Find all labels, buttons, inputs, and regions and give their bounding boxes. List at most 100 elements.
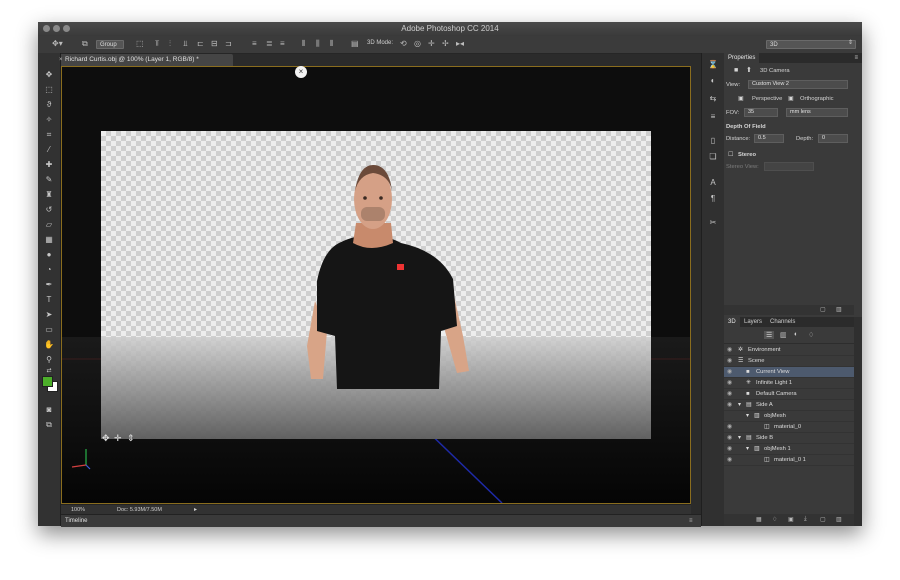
blur-tool-icon[interactable]: ● — [43, 249, 55, 261]
healing-brush-tool-icon[interactable]: ✚ — [43, 159, 55, 171]
expand-chevron-icon[interactable]: ▾ — [738, 433, 741, 444]
3d-widget-close-icon[interactable]: × — [295, 66, 307, 78]
visibility-eye-icon[interactable]: ◉ — [727, 378, 735, 389]
rectangle-tool-icon[interactable]: ▭ — [43, 324, 55, 336]
close-tab-icon[interactable]: × — [59, 54, 63, 66]
history-brush-tool-icon[interactable]: ↺ — [43, 204, 55, 216]
properties-panel-icon[interactable]: ≡ — [707, 111, 719, 123]
align-left-icon[interactable]: ⊏ — [197, 39, 204, 49]
transform-controls-icon[interactable]: ⬚ — [136, 39, 144, 49]
move-tool-icon[interactable]: ✥▾ — [52, 39, 63, 49]
fov-field[interactable]: 35 — [744, 108, 778, 117]
perspective-label[interactable]: Perspective — [752, 95, 782, 103]
visibility-eye-icon[interactable]: ◉ — [727, 356, 735, 367]
distribute-bottom-icon[interactable]: ≡ — [280, 39, 285, 49]
coordinates-icon[interactable]: ⬆ — [746, 67, 752, 75]
expand-chevron-icon[interactable]: ▾ — [746, 444, 749, 455]
rotate-3d-icon[interactable]: ⟲ — [400, 39, 407, 49]
3d-model-person[interactable] — [101, 131, 651, 439]
pan-camera-icon[interactable]: ✛ — [114, 433, 122, 443]
workspace-dropdown[interactable]: 3D — [766, 40, 856, 49]
visibility-eye-icon[interactable]: ◉ — [727, 400, 735, 411]
drop-to-ground-icon[interactable]: ⤓ — [804, 516, 807, 523]
list-item[interactable]: ◉ ◫ material_0 1 — [724, 455, 854, 466]
list-item[interactable]: ◉ ▾ ▥ objMesh 1 — [724, 444, 854, 455]
distribute-hcenter-icon[interactable]: ⫼ — [316, 39, 320, 49]
canvas-frame[interactable] — [101, 131, 651, 439]
stereo-view-dropdown[interactable] — [764, 162, 814, 171]
list-item[interactable]: ◉ ■ Current View — [724, 367, 854, 378]
stereo-checkbox[interactable]: ☐ — [728, 151, 733, 159]
timeline-menu-icon[interactable]: ≡ — [689, 515, 693, 527]
foreground-color-swatch[interactable] — [42, 376, 53, 387]
new-item-icon[interactable]: ▢ — [820, 516, 826, 523]
depth-field[interactable]: 0 — [818, 134, 848, 143]
list-item[interactable]: ◉ ▾ ▤ Side A — [724, 400, 854, 411]
distribute-left-icon[interactable]: ⫴ — [302, 39, 305, 49]
crop-tool-icon[interactable]: ⌗ — [43, 129, 55, 141]
path-select-tool-icon[interactable]: ➤ — [43, 309, 55, 321]
meshes-filter-icon[interactable]: ▥ — [780, 331, 787, 339]
move-tool-icon[interactable]: ✥ — [43, 69, 55, 81]
type-tool-icon[interactable]: T — [43, 294, 55, 306]
align-right-icon[interactable]: ⊐ — [225, 39, 232, 49]
drag-3d-icon[interactable]: ✛ — [428, 39, 435, 49]
list-item[interactable]: ◉ ☰ Scene — [724, 356, 854, 367]
history-panel-icon[interactable]: ⌛ — [707, 59, 719, 71]
timeline-panel[interactable]: Timeline ≡ — [61, 514, 701, 527]
new-mesh-icon[interactable]: ▦ — [756, 516, 762, 523]
view-dropdown[interactable]: Custom View 2 — [748, 80, 848, 89]
brushes-panel-icon[interactable]: ▯ — [707, 135, 719, 147]
dolly-camera-icon[interactable]: ⇕ — [127, 433, 135, 443]
adjustments-panel-icon[interactable]: ◐ — [707, 75, 719, 87]
orthographic-icon[interactable]: ▣ — [788, 95, 793, 103]
pen-tool-icon[interactable]: ✒ — [43, 279, 55, 291]
tab-3d[interactable]: 3D — [724, 317, 740, 327]
list-item[interactable]: ◉ ▾ ▤ Side B — [724, 433, 854, 444]
tool-presets-icon[interactable]: ✂ — [707, 217, 719, 229]
quick-mask-icon[interactable]: ◙ — [43, 404, 55, 416]
layers-scrollbar[interactable] — [854, 317, 862, 526]
tab-channels[interactable]: Channels — [770, 317, 795, 327]
panel-trash-icon[interactable]: ▥ — [836, 306, 842, 313]
clone-source-icon[interactable]: ❏ — [707, 151, 719, 163]
list-item[interactable]: ◉ ◫ material_0 — [724, 422, 854, 433]
axis-gizmo[interactable] — [68, 445, 94, 471]
dodge-tool-icon[interactable]: ◔ — [43, 264, 55, 276]
canvas-area[interactable]: × ✥ ✛ ⇕ — [61, 66, 691, 504]
align-hcenter-icon[interactable]: ⊟ — [211, 39, 218, 49]
perspective-icon[interactable]: ▣ — [738, 95, 743, 103]
timeline-tab[interactable]: Timeline — [65, 515, 87, 527]
distribute-vcenter-icon[interactable]: ≣ — [266, 39, 273, 49]
align-vcenter-icon[interactable]: ⫶ — [169, 39, 171, 49]
visibility-eye-icon[interactable]: ◉ — [727, 367, 735, 378]
eraser-tool-icon[interactable]: ▱ — [43, 219, 55, 231]
fov-unit-dropdown[interactable]: mm lens — [786, 108, 848, 117]
orthographic-label[interactable]: Orthographic — [800, 95, 834, 103]
list-item[interactable]: ◉ ■ Default Camera — [724, 389, 854, 400]
gradient-tool-icon[interactable]: ▦ — [43, 234, 55, 246]
eyedropper-tool-icon[interactable]: ⁄ — [43, 144, 55, 156]
visibility-eye-icon[interactable]: ◉ — [727, 455, 735, 466]
expand-chevron-icon[interactable]: ▾ — [746, 411, 749, 422]
align-top-icon[interactable]: ⫪ — [155, 39, 160, 49]
roll-3d-icon[interactable]: ◎ — [414, 39, 421, 49]
list-item[interactable]: ◉ ✲ Environment — [724, 345, 854, 356]
slide-3d-icon[interactable]: ✢ — [442, 39, 449, 49]
brush-tool-icon[interactable]: ✎ — [43, 174, 55, 186]
delete-icon[interactable]: ▥ — [836, 516, 842, 523]
scale-3d-icon[interactable]: ▸◂ — [456, 39, 464, 49]
quick-select-tool-icon[interactable]: ✧ — [43, 114, 55, 126]
list-item[interactable]: ◉ ✳ Infinite Light 1 — [724, 378, 854, 389]
lights-filter-icon[interactable]: ♢ — [808, 331, 814, 339]
new-light-icon[interactable]: ♢ — [772, 516, 777, 523]
distribute-right-icon[interactable]: ⫴ — [330, 39, 333, 49]
visibility-eye-icon[interactable]: ◉ — [727, 444, 735, 455]
align-bottom-icon[interactable]: ⫫ — [183, 39, 188, 49]
expand-chevron-icon[interactable]: ▾ — [738, 400, 741, 411]
properties-menu-icon[interactable]: ≡ — [854, 53, 858, 63]
visibility-eye-icon[interactable]: ◉ — [727, 389, 735, 400]
paragraph-panel-icon[interactable]: ¶ — [707, 193, 719, 205]
visibility-eye-icon[interactable]: ◉ — [727, 345, 735, 356]
whole-scene-icon[interactable]: ☰ — [764, 331, 775, 339]
